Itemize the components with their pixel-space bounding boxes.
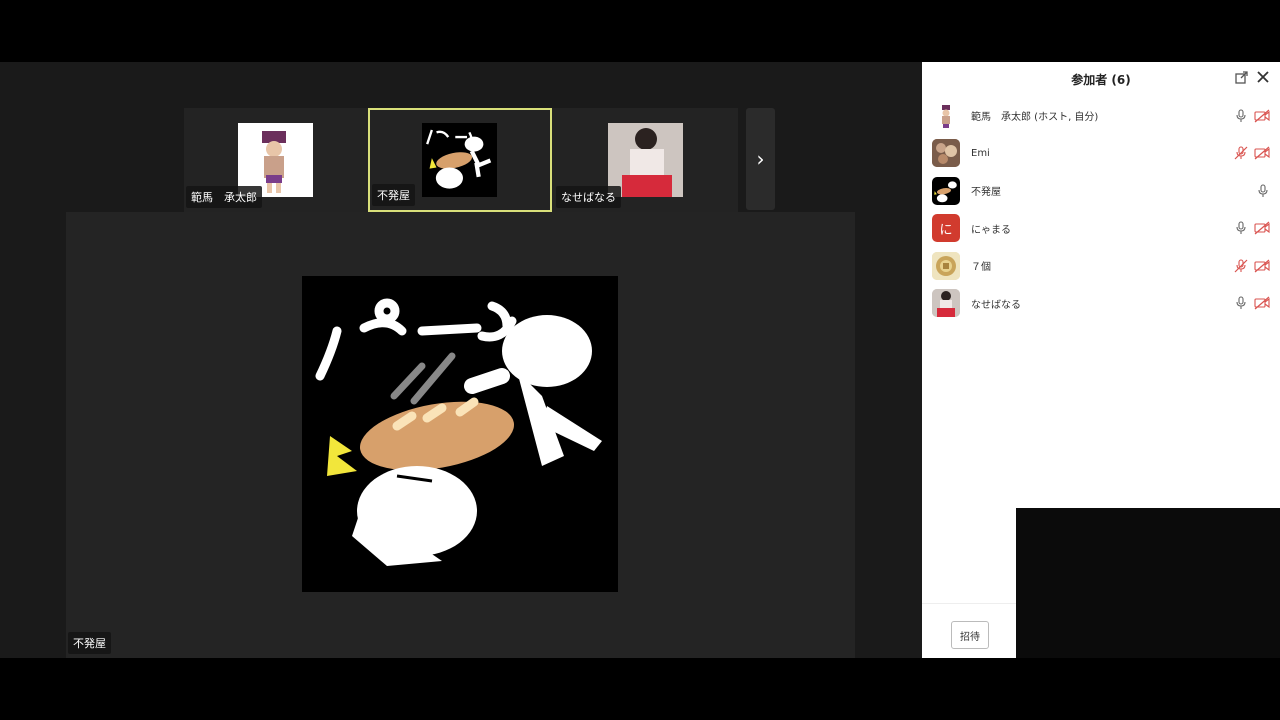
panel-header: 参加者 (6) [922,62,1280,96]
participant-name: 不発屋 [971,187,1001,199]
mic-off-icon[interactable] [1234,146,1248,160]
video-off-icon[interactable] [1254,259,1270,273]
mic-icon[interactable] [1234,296,1248,310]
main-video-name: 不発屋 [68,632,111,654]
participant-name: なせばなる [971,299,1021,311]
avatar [932,139,960,168]
avatar: に [932,214,960,243]
self-video-view [1016,508,1280,658]
participant-row-nanako[interactable]: ７個 [922,247,1280,285]
mic-icon[interactable] [1234,221,1248,235]
avatar [932,251,960,280]
thumbnail-picture-fuhatsuya [422,123,497,197]
chevron-right-icon: › [756,147,765,171]
avatar [932,176,960,205]
thumbnail-nasebanaru[interactable]: なせばなる [554,108,738,212]
avatar [932,101,960,130]
main-video-picture [302,276,618,592]
avatar-initial: に [939,222,953,238]
next-page-button[interactable]: › [746,108,775,210]
thumbnail-hanma[interactable]: 範馬 承太郎 [184,108,368,212]
meeting-area: 範馬 承太郎 不発屋 なせばなる › 不発屋 [0,62,922,658]
thumbnail-strip: 範馬 承太郎 不発屋 なせばなる [184,108,738,212]
participant-row-fuhatsuya[interactable]: 不発屋 [922,172,1280,210]
close-icon[interactable] [1256,70,1270,84]
participant-row-nyamaru[interactable]: に にゃまる [922,210,1280,248]
video-off-icon[interactable] [1254,109,1270,123]
popout-icon[interactable] [1234,70,1248,84]
avatar [932,289,960,318]
invite-button[interactable]: 招待 [951,621,989,649]
participant-list: 範馬 承太郎 (ホスト, 自分) Emi 不発屋 に にゃまる ７個 なせばなる [922,97,1280,322]
participant-name: にゃまる [971,224,1011,236]
video-off-icon[interactable] [1254,146,1270,160]
participant-name: Emi [971,147,990,159]
participant-name: 範馬 承太郎 (ホスト, 自分) [971,112,1099,124]
video-off-icon[interactable] [1254,221,1270,235]
thumbnail-name: 範馬 承太郎 [186,186,262,208]
mic-icon[interactable] [1234,109,1248,123]
participant-row-emi[interactable]: Emi [922,135,1280,173]
mic-icon[interactable] [1256,184,1270,198]
panel-title: 参加者 (6) [1071,72,1131,87]
thumbnail-name: なせばなる [556,186,621,208]
thumbnail-name: 不発屋 [372,184,415,206]
participant-name: ７個 [971,262,991,274]
mic-off-icon[interactable] [1234,259,1248,273]
participant-row-hanma[interactable]: 範馬 承太郎 (ホスト, 自分) [922,97,1280,135]
thumbnail-fuhatsuya[interactable]: 不発屋 [368,108,552,212]
video-off-icon[interactable] [1254,296,1270,310]
participant-row-nasebanaru[interactable]: なせばなる [922,285,1280,323]
main-video: 不発屋 [66,212,855,658]
